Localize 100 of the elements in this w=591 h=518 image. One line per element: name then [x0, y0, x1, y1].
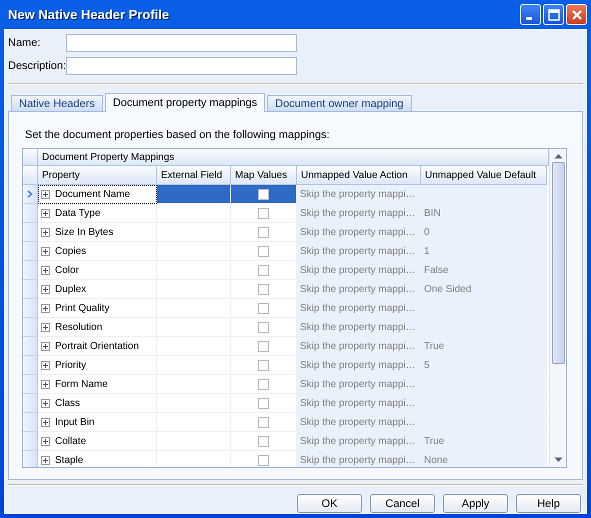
dialog-button[interactable]: OK [297, 494, 362, 513]
dialog-button[interactable]: Apply [443, 494, 508, 513]
column-header[interactable]: External Field [157, 166, 231, 185]
table-cell: Priority [55, 360, 86, 370]
table-cell: Skip the property mappi… [297, 318, 421, 337]
dialog-button[interactable]: Cancel [370, 494, 435, 513]
scroll-up-icon[interactable] [554, 153, 562, 159]
table-cell: One Sided [421, 280, 547, 299]
table-cell: None [421, 451, 547, 467]
expand-icon[interactable] [41, 342, 50, 350]
column-header[interactable]: Unmapped Value Action [297, 166, 421, 185]
current-row-icon [27, 190, 33, 198]
expand-icon[interactable] [41, 360, 50, 370]
checkbox[interactable] [258, 378, 269, 390]
dialog-button[interactable]: Help [516, 494, 581, 513]
scroll-down-icon[interactable] [554, 457, 562, 463]
expand-icon[interactable] [41, 246, 50, 256]
table-cell: 5 [421, 356, 547, 375]
row-header-cell [23, 166, 38, 185]
minimize-button[interactable] [520, 4, 541, 25]
group-header: Document Property Mappings [38, 149, 549, 166]
expand-icon[interactable] [41, 190, 50, 198]
table-cell: True [421, 432, 547, 451]
table-cell: Duplex [55, 284, 86, 294]
table-cell: Skip the property mappi… [297, 299, 421, 318]
table-cell: Skip the property mappi… [297, 204, 421, 223]
checkbox[interactable] [258, 264, 269, 276]
expand-icon[interactable] [41, 208, 50, 218]
column-header[interactable]: Property [38, 166, 157, 185]
column-header[interactable]: Map Values [231, 166, 297, 185]
checkbox[interactable] [258, 454, 269, 466]
row-header-cell [23, 149, 38, 166]
expand-icon[interactable] [41, 418, 50, 426]
field-label: Name: [8, 36, 42, 48]
expand-icon[interactable] [41, 284, 50, 294]
table-cell: Portrait Orientation [55, 340, 139, 352]
checkbox[interactable] [258, 322, 269, 332]
table-cell: 0 [421, 223, 547, 242]
vertical-scrollbar[interactable] [549, 149, 566, 467]
table-cell: True [421, 337, 547, 356]
checkbox[interactable] [258, 226, 269, 238]
column-header[interactable]: Unmapped Value Default [421, 166, 547, 185]
table-cell: Skip the property mappi… [297, 185, 421, 204]
expand-icon[interactable] [41, 322, 50, 332]
expand-icon[interactable] [41, 398, 50, 408]
checkbox[interactable] [258, 360, 269, 370]
table-cell: BIN [421, 204, 547, 223]
table-cell: Document Name [55, 188, 130, 200]
scroll-thumb[interactable] [552, 162, 564, 364]
table-cell: Form Name [55, 378, 108, 390]
checkbox[interactable] [258, 246, 269, 256]
checkbox[interactable] [258, 436, 269, 446]
table-cell: Skip the property mappi… [297, 242, 421, 261]
table-cell: False [421, 261, 547, 280]
table-cell: Copies [55, 246, 86, 256]
table-cell: Skip the property mappi… [297, 223, 421, 242]
checkbox[interactable] [258, 340, 269, 352]
input-field[interactable] [66, 34, 297, 52]
expand-icon[interactable] [41, 266, 50, 274]
table-cell: Skip the property mappi… [297, 356, 421, 375]
table-cell: Skip the property mappi… [297, 280, 421, 299]
table-cell: Size In Bytes [55, 226, 114, 238]
table-cell: Data Type [55, 208, 100, 218]
table-cell: Input Bin [55, 416, 94, 428]
table-cell: Skip the property mappi… [297, 375, 421, 394]
external-field-cell[interactable] [157, 204, 231, 223]
table-cell: Skip the property mappi… [297, 337, 421, 356]
input-field[interactable] [66, 56, 297, 74]
instruction-text: Set the document properties based on the following mappings: [25, 129, 331, 141]
table-cell: Skip the property mappi… [297, 432, 421, 451]
expand-icon[interactable] [41, 456, 50, 464]
close-button[interactable] [566, 4, 587, 25]
checkbox[interactable] [258, 416, 269, 428]
expand-icon[interactable] [41, 228, 50, 236]
table-cell: Collate [55, 436, 86, 446]
table-cell: Skip the property mappi… [297, 413, 421, 432]
checkbox[interactable] [258, 208, 269, 218]
table-cell: Class [55, 398, 80, 408]
checkbox[interactable] [258, 188, 269, 200]
expand-icon[interactable] [41, 304, 50, 312]
table-cell: Skip the property mappi… [297, 394, 421, 413]
window-title: New Native Header Profile [8, 7, 170, 22]
table-cell: Skip the property mappi… [297, 451, 421, 467]
checkbox[interactable] [258, 284, 269, 294]
row-selector[interactable] [23, 185, 38, 204]
field-label: Description: [8, 60, 66, 72]
external-field-cell[interactable] [157, 185, 231, 204]
checkbox[interactable] [258, 302, 269, 314]
minimize-icon [526, 17, 532, 20]
maximize-button[interactable] [543, 4, 564, 25]
expand-icon[interactable] [41, 380, 50, 388]
maximize-icon [548, 8, 560, 20]
tab[interactable]: Document owner mapping [267, 95, 412, 111]
table-cell: Resolution [55, 322, 102, 332]
table-cell: Color [55, 264, 79, 276]
tab[interactable]: Native Headers [11, 95, 103, 111]
tab[interactable]: Document property mappings [104, 93, 266, 112]
expand-icon[interactable] [41, 436, 50, 446]
table-cell: Staple [55, 454, 84, 466]
checkbox[interactable] [258, 398, 269, 408]
